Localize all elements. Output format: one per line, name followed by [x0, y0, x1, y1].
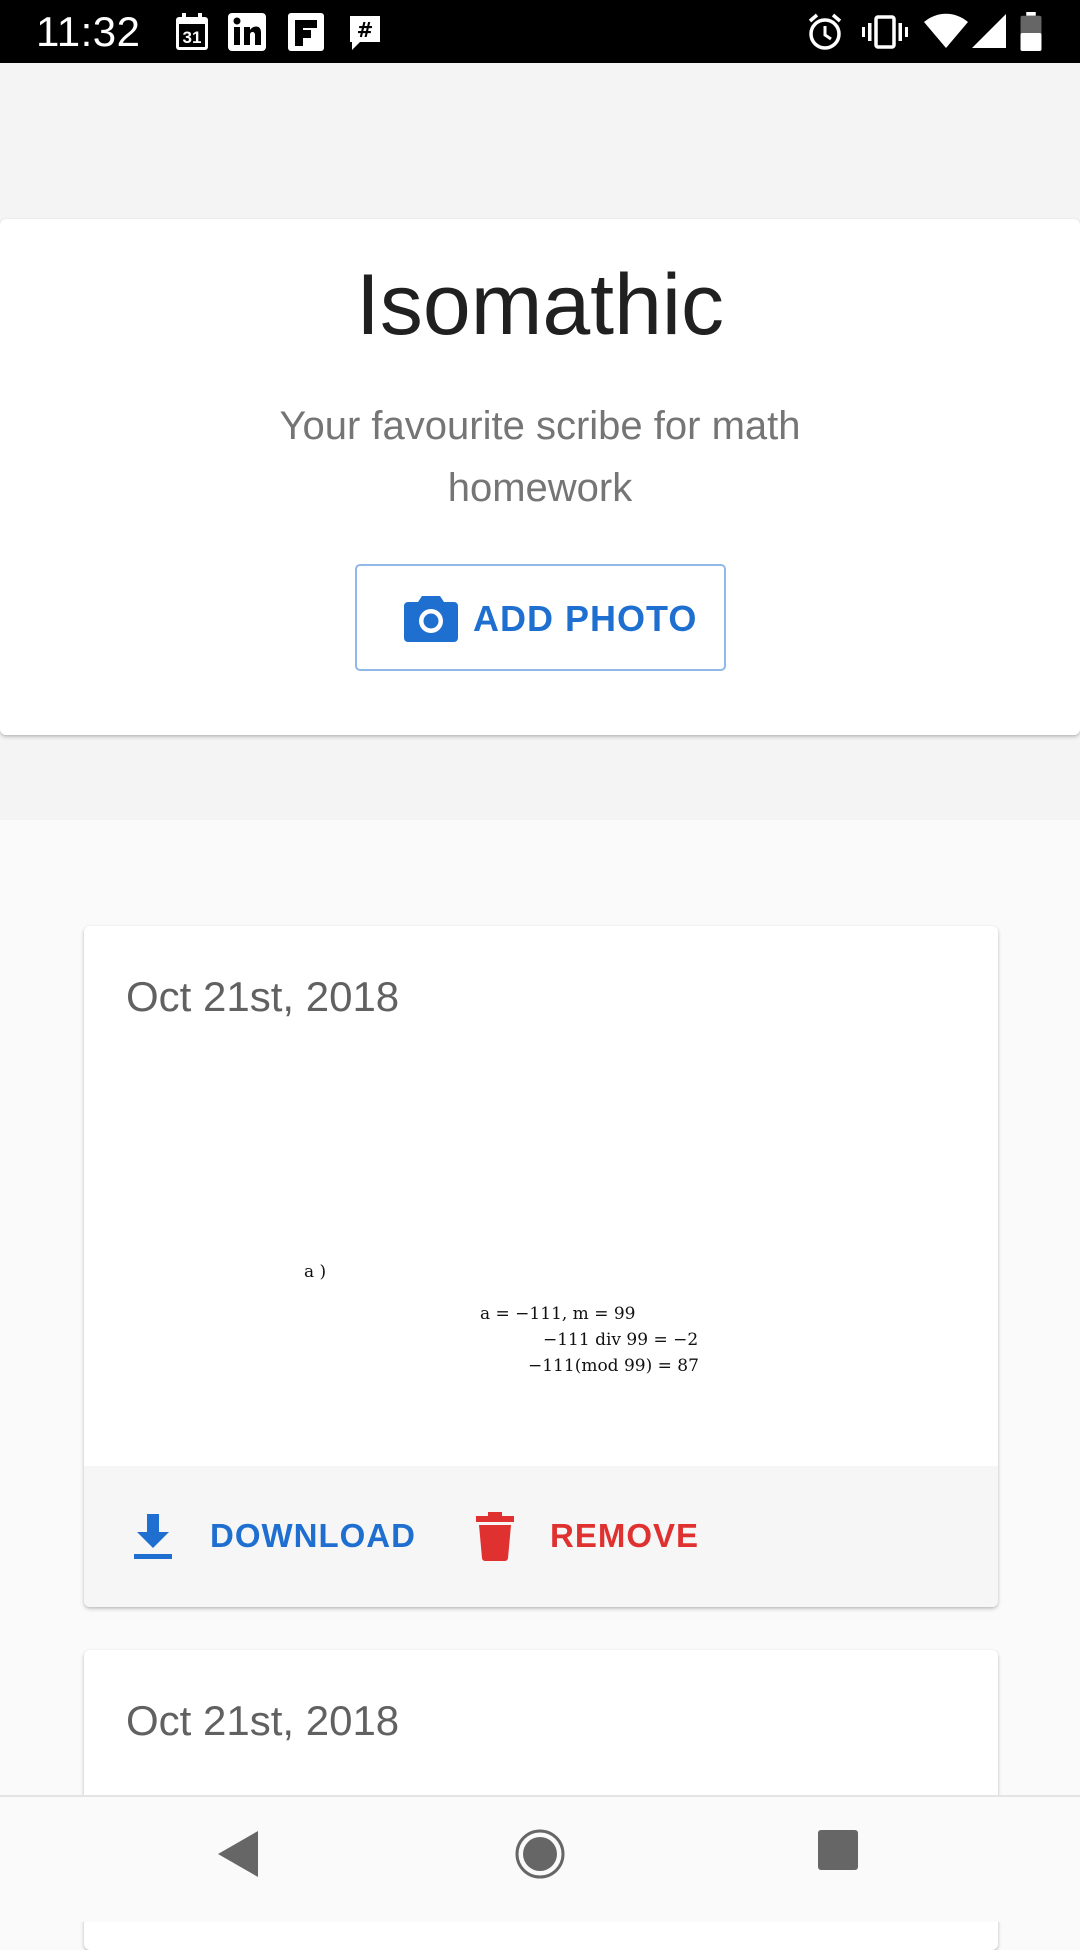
app-title: Isomathic — [355, 257, 725, 353]
recents-icon[interactable] — [817, 1829, 859, 1871]
calendar-icon: 31 — [176, 13, 208, 50]
linkedin-icon — [228, 13, 266, 51]
entry-date: Oct 21st, 2018 — [126, 1697, 400, 1744]
home-icon[interactable] — [515, 1829, 565, 1879]
math-label: a ) — [304, 1262, 327, 1282]
entry-date: Oct 21st, 2018 — [126, 973, 400, 1020]
remove-button[interactable]: REMOVE — [474, 1504, 734, 1568]
math-line: −111(mod 99) = 87 — [528, 1356, 699, 1376]
battery-icon — [1020, 12, 1042, 52]
math-line: a = −111, m = 99 — [480, 1304, 636, 1324]
signal-icon — [972, 14, 1006, 48]
alarm-icon — [808, 13, 842, 50]
status-time: 11:32 — [36, 8, 141, 55]
download-button[interactable]: DOWNLOAD — [130, 1504, 450, 1568]
svg-text:#: # — [357, 18, 374, 42]
download-icon — [134, 1514, 172, 1559]
math-line: −111 div 99 = −2 — [543, 1330, 699, 1350]
math-preview-image[interactable]: a ) a = −111, m = 99 −111 div 99 = −2 −1… — [84, 1056, 998, 1391]
download-label: DOWNLOAD — [210, 1517, 416, 1554]
entry-card: Oct 21st, 2018 a ) a = −111, m = 99 −111… — [84, 926, 998, 1607]
flipboard-icon — [288, 13, 324, 51]
wifi-icon — [924, 13, 968, 48]
app-subtitle: Your favourite scribe for math homework — [279, 404, 801, 510]
status-bar: 11:32 31 # — [0, 0, 1080, 63]
trash-icon — [476, 1512, 514, 1561]
card-actions: DOWNLOAD REMOVE — [84, 1466, 998, 1607]
vibrate-icon — [862, 15, 908, 49]
remove-label: REMOVE — [550, 1517, 700, 1554]
back-icon[interactable] — [216, 1829, 260, 1879]
add-photo-label: ADD PHOTO — [473, 598, 698, 639]
slack-icon: # — [350, 16, 380, 50]
calendar-day: 31 — [183, 28, 202, 47]
add-photo-button[interactable]: ADD PHOTO — [355, 564, 726, 671]
camera-icon — [404, 596, 458, 642]
navigation-bar — [0, 1795, 1080, 1922]
